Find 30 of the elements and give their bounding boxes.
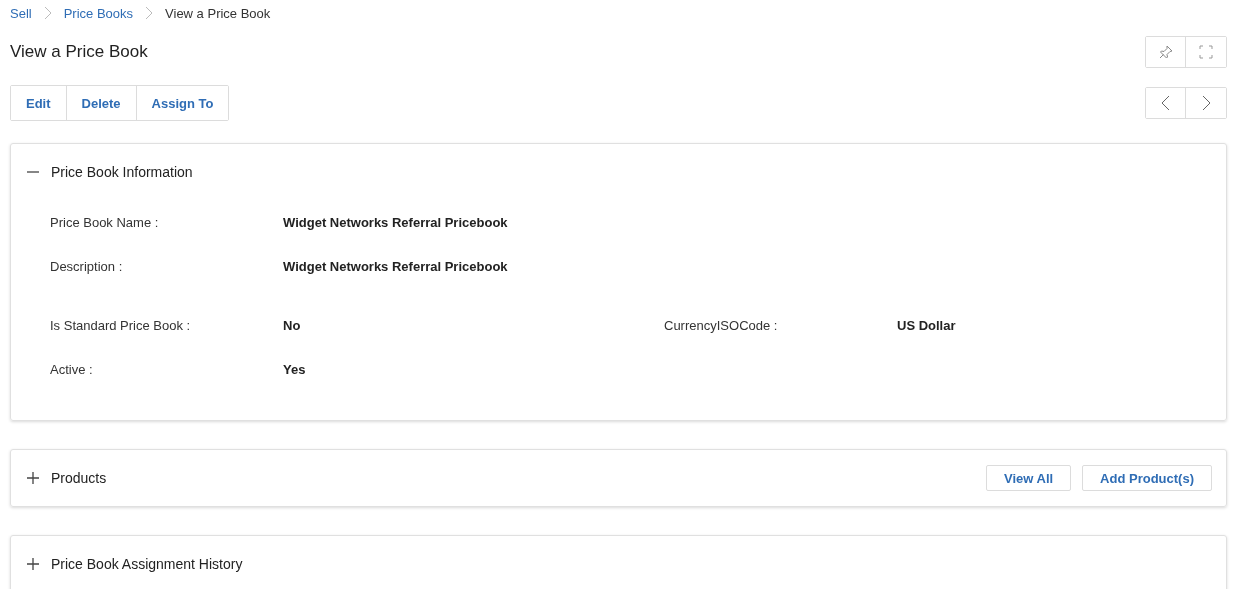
plus-icon[interactable] [27,472,39,484]
section-button[interactable]: Add Product(s) [1082,465,1212,491]
section-title[interactable]: Price Book Assignment History [51,556,1212,572]
breadcrumb-link[interactable]: Sell [10,5,32,21]
action-button[interactable]: Edit [11,86,67,120]
page-title: View a Price Book [10,42,148,62]
section-title[interactable]: Price Book Information [51,164,1212,180]
section-title[interactable]: Products [51,470,974,486]
pin-button[interactable] [1146,37,1186,67]
field-value: Widget Networks Referral Pricebook [283,214,509,230]
chevron-left-icon [1161,95,1170,111]
field-label: Is Standard Price Book : [50,317,192,333]
field-label: Active : [50,361,94,377]
expand-icon [1199,45,1213,59]
field-label: Price Book Name : [50,214,160,230]
chevron-right-icon [1201,95,1211,111]
field-value: No [283,317,302,333]
chevron-right-icon [145,6,154,20]
field-value: Yes [283,361,307,377]
previous-button[interactable] [1146,88,1186,118]
breadcrumb-current: View a Price Book [165,5,271,21]
field-label: CurrencyISOCode : [664,317,779,333]
field-value: US Dollar [897,317,957,333]
section-button[interactable]: View All [985,465,1072,491]
chevron-right-icon [43,6,52,20]
plus-icon[interactable] [27,558,39,570]
pin-icon [1158,45,1173,59]
field-value: Widget Networks Referral Pricebook [283,258,509,274]
breadcrumb-link[interactable]: Price Books [63,5,134,21]
field-label: Description : [50,258,124,274]
